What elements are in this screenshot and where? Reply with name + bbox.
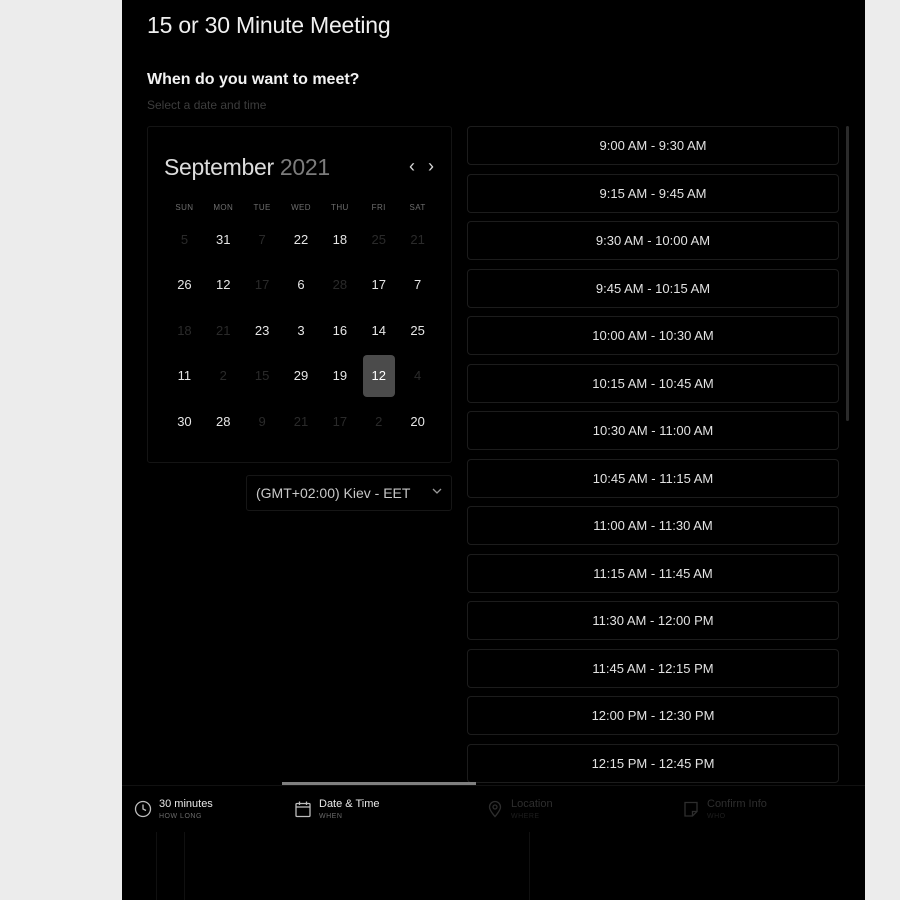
day-cell[interactable]: 25 [398,309,437,351]
day-cell[interactable]: 6 [282,264,321,306]
step-label: Location [511,798,553,810]
day-cell: 25 [371,231,386,247]
day-cell[interactable]: 19 [320,355,359,397]
day-cell[interactable]: 31 [204,218,243,260]
day-cell: 9 [258,413,266,429]
step-sublabel: WHEN [319,813,343,820]
timezone-value: (GMT+02:00) Kiev - EET [256,485,411,501]
day-cell: 2 [219,368,227,383]
step-sublabel: WHERE [511,813,540,820]
weekday-label: MON [213,203,234,212]
day-cell[interactable]: 23 [243,309,282,351]
time-slot-scrollbar[interactable] [846,126,849,421]
divider [184,832,185,900]
date-picker: September 2021 ‹ › SUN MON TUE WED THU FRI SAT… [147,126,452,463]
step-navigation: 30 minutes HOW LONG Date & Time WHEN Loc… [122,782,865,900]
day-cell[interactable]: 20 [398,400,437,442]
month-label: September [164,154,274,180]
time-slot-button[interactable]: 11:15 AM - 11:45 AM [467,553,839,593]
time-slot-list: 9:00 AM - 9:30 AM 9:15 AM - 9:45 AM 9:30 A… [467,126,839,784]
day-cell: 21 [216,322,231,338]
month-year-label: September 2021 [164,154,330,181]
day-cell[interactable]: 16 [320,309,359,351]
time-slot-button[interactable]: 9:45 AM - 10:15 AM [467,268,839,308]
day-cell: 2 [375,413,383,429]
day-cell: 5 [180,231,189,247]
time-slot-button[interactable]: 11:45 AM - 12:15 PM [467,648,839,688]
clock-icon [134,800,152,818]
day-grid: 5 31 7 22 18 25 21 26 12 17 6 28 17 7 18 21 23 3 16 14 25 11 2… [165,218,437,446]
step-sublabel: WHO [707,813,726,820]
day-cell: 17 [254,277,270,292]
step-label: 30 minutes [159,798,213,810]
day-cell[interactable]: 11 [165,355,204,397]
day-cell[interactable]: 18 [320,218,359,260]
week-row: 5 31 7 22 18 25 21 [165,218,437,264]
week-row: 26 12 17 6 28 17 7 [165,264,437,310]
day-cell[interactable]: 3 [282,309,321,351]
time-slot-button[interactable]: 10:15 AM - 10:45 AM [467,363,839,403]
day-cell: 4 [413,368,422,383]
step-duration[interactable]: 30 minutes HOW LONG [134,798,213,820]
calendar-icon [295,801,311,818]
time-slot-button[interactable]: 12:00 PM - 12:30 PM [467,696,839,735]
time-slot-button[interactable]: 9:00 AM - 9:30 AM [467,126,839,165]
day-cell[interactable]: 26 [165,264,204,306]
next-month-button[interactable]: › [428,155,434,177]
day-cell: 21 [410,231,425,247]
time-slot-button[interactable]: 10:00 AM - 10:30 AM [467,316,839,355]
time-slot-button[interactable]: 9:30 AM - 10:00 AM [467,221,839,260]
step-sublabel: HOW LONG [159,813,202,820]
section-subtitle: Select a date and time [147,98,267,112]
day-cell[interactable]: 28 [204,400,243,442]
weekday-label: TUE [253,203,271,212]
divider [156,832,157,900]
chevron-down-icon [432,488,442,494]
step-label: Date & Time [319,798,380,810]
day-cell[interactable]: 30 [165,400,204,442]
week-row: 30 28 9 21 17 2 20 [165,400,437,446]
day-cell[interactable]: 29 [282,355,321,397]
time-slot-button[interactable]: 11:30 AM - 12:00 PM [467,601,839,640]
weekday-label: WED [291,203,311,212]
step-confirm-info[interactable]: Confirm Info WHO [682,798,767,820]
time-slot-button[interactable]: 12:15 PM - 12:45 PM [467,743,839,783]
time-slot-button[interactable]: 10:30 AM - 11:00 AM [467,411,839,450]
day-cell[interactable]: 17 [359,264,398,306]
previous-month-button[interactable]: ‹ [409,155,415,177]
day-cell[interactable]: 22 [282,218,321,260]
week-row: 18 21 23 3 16 14 25 [165,309,437,355]
day-cell[interactable]: 7 [398,264,437,306]
week-row: 11 2 15 29 19 12 4 [165,354,437,401]
step-label: Confirm Info [707,798,767,810]
note-icon [684,801,698,817]
section-heading: When do you want to meet? [147,71,360,88]
time-slot-button[interactable]: 11:00 AM - 11:30 AM [467,506,839,545]
page-title: 15 or 30 Minute Meeting [147,12,391,38]
step-location[interactable]: Location WHERE [486,798,553,820]
day-cell: 21 [293,413,309,429]
weekday-label: SAT [409,203,426,212]
day-cell: 18 [177,322,192,338]
selected-day-cell[interactable]: 12 [362,354,395,397]
timezone-select[interactable]: (GMT+02:00) Kiev - EET [246,475,452,511]
day-cell[interactable]: 12 [204,264,243,306]
step-progress-indicator [282,782,476,785]
weekday-header: SUN MON TUE WED THU FRI SAT [165,203,437,212]
day-cell: 7 [258,231,266,247]
scheduler-panel: 15 or 30 Minute Meeting When do you want… [122,0,865,900]
step-date-time[interactable]: Date & Time WHEN [294,798,380,820]
day-cell[interactable]: 14 [359,309,398,351]
day-cell: 15 [254,368,270,383]
year-label: 2021 [279,154,330,180]
time-slot-button[interactable]: 10:45 AM - 11:15 AM [467,458,839,498]
divider [529,832,530,900]
time-slot-button[interactable]: 9:15 AM - 9:45 AM [467,173,839,213]
weekday-label: THU [331,203,349,212]
weekday-label: SUN [175,203,194,212]
weekday-label: FRI [371,203,386,212]
day-cell: 28 [332,277,348,292]
location-pin-icon [488,800,502,818]
day-cell: 17 [332,413,348,429]
